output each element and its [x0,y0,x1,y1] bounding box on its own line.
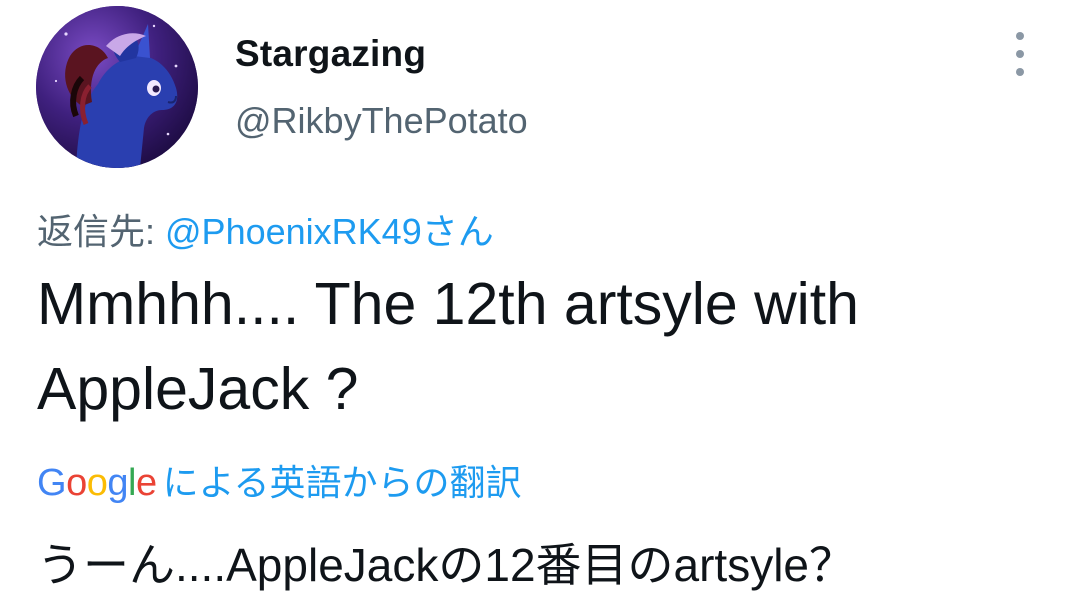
reply-prefix: 返信先: [37,211,166,252]
google-logo: Google [37,462,157,504]
reply-context: 返信先: @PhoenixRK49さん [37,203,494,255]
more-vertical-icon[interactable] [1006,32,1034,76]
reply-target-link[interactable]: @PhoenixRK49さん [165,211,494,252]
translated-text: うーん....AppleJackの12番目のartsyle？ [37,539,856,591]
author-handle[interactable]: @RikbyThePotato [235,100,528,142]
author-display-name[interactable]: Stargazing [235,33,426,75]
more-dot [1016,68,1024,76]
avatar-pony-icon [36,6,198,168]
more-dot [1016,50,1024,58]
translation-attribution: Google による英語からの翻訳 [37,454,522,506]
more-dot [1016,32,1024,40]
translation-label[interactable]: による英語からの翻訳 [163,454,522,506]
tweet-text: Mmhhh.... The 12th artsyle with AppleJac… [37,271,859,422]
author-avatar[interactable] [36,6,198,168]
